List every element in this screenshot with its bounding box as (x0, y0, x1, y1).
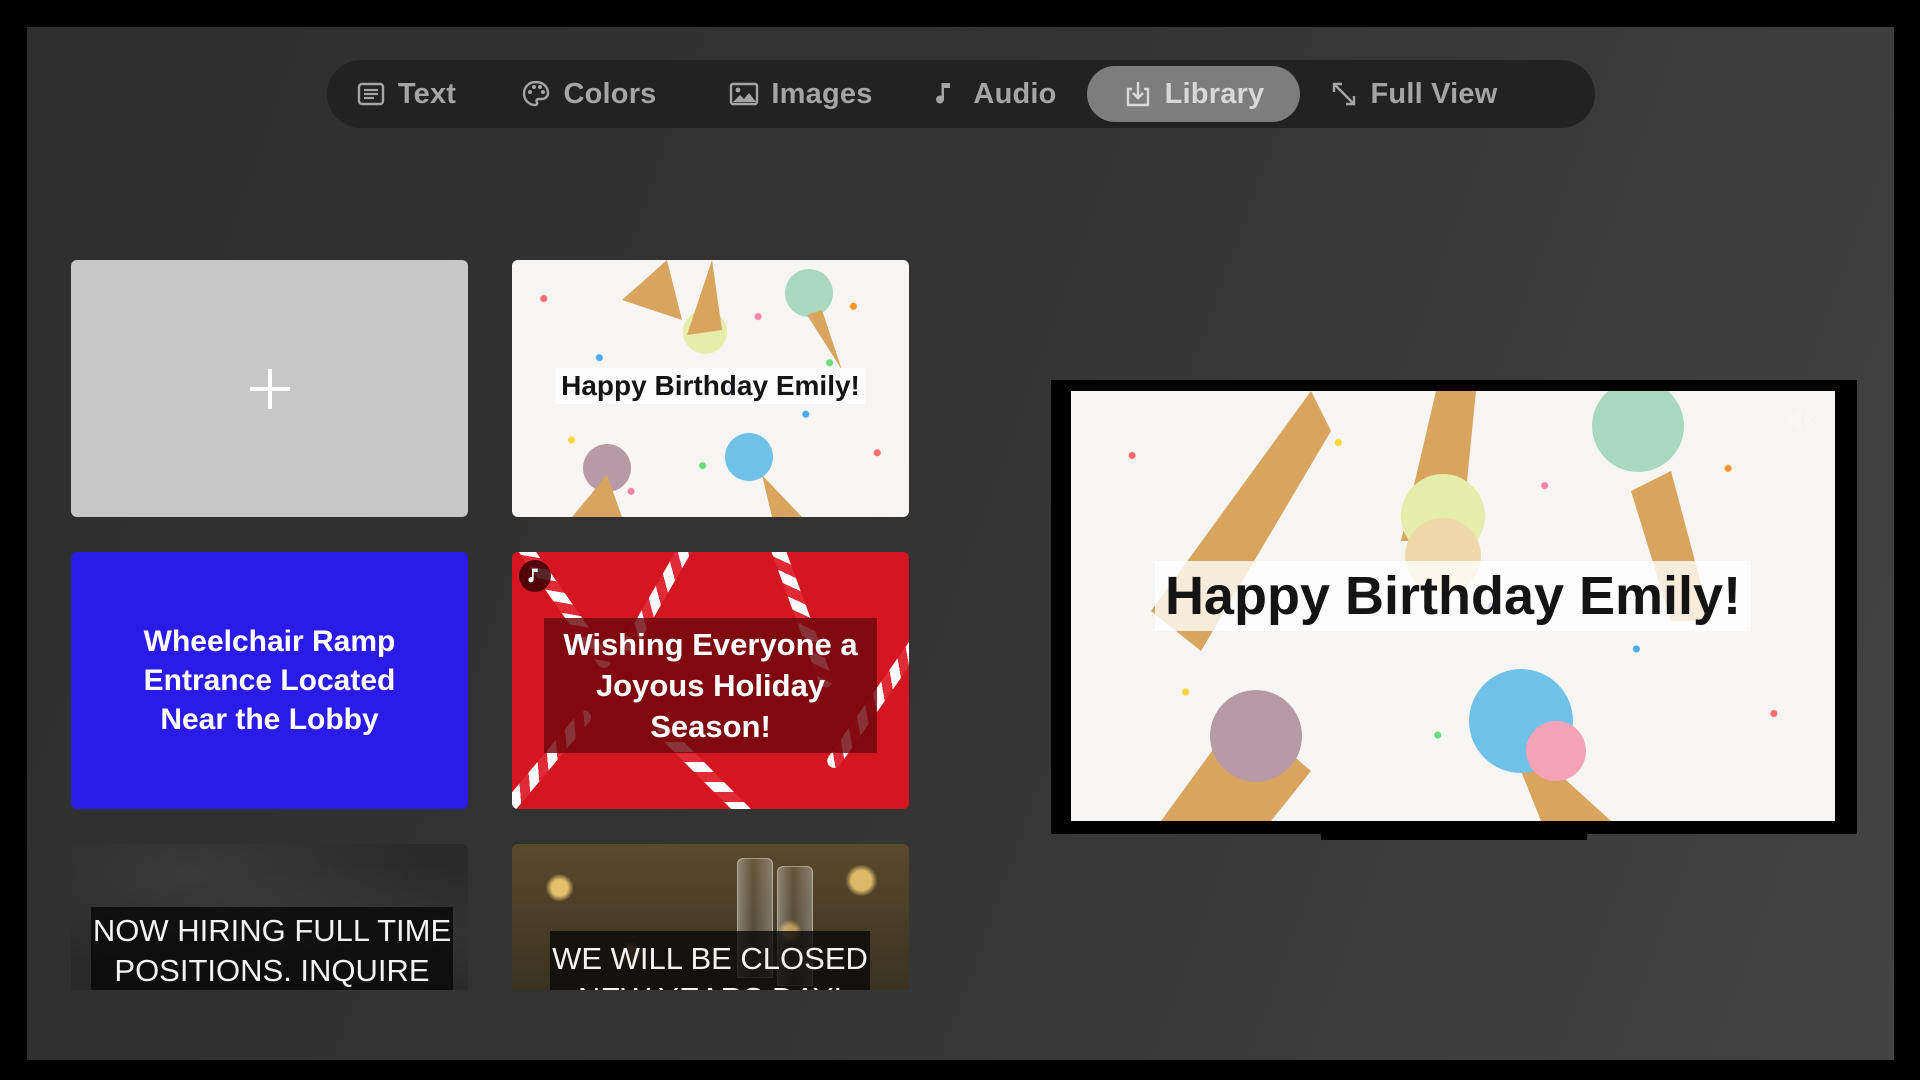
download-tray-icon (1126, 82, 1149, 107)
library-tile-hiring[interactable]: NOW HIRING FULL TIME POSITIONS. INQUIRE (71, 844, 468, 990)
top-menu-bar: Text Colors Images Audio Library Full Vi… (327, 60, 1595, 128)
palette-icon (523, 80, 550, 107)
tab-full-view-label: Full View (1370, 77, 1498, 110)
library-tile-wheelchair[interactable]: Wheelchair Ramp Entrance Located Near th… (71, 552, 468, 809)
tab-library[interactable]: Library (1087, 66, 1300, 122)
tab-audio-label: Audio (973, 77, 1057, 110)
image-icon (730, 82, 759, 106)
music-note-icon (528, 568, 538, 583)
library-tile-birthday[interactable]: Happy Birthday Emily! (512, 260, 909, 517)
add-new-sign-tile[interactable] (71, 260, 468, 517)
plus-icon (249, 368, 290, 409)
tab-images[interactable]: Images (697, 66, 905, 122)
tab-text-label: Text (397, 77, 457, 110)
tab-text[interactable]: Text (333, 66, 479, 122)
tile-holiday-text: Wishing Everyone a Joyous Holiday Season… (544, 618, 877, 753)
preview-tv-stand (1321, 832, 1587, 840)
preview-text: Happy Birthday Emily! (1154, 561, 1752, 631)
speaker-muted-icon[interactable] (1785, 405, 1815, 435)
text-icon (357, 82, 385, 106)
tab-audio[interactable]: Audio (909, 66, 1079, 122)
preview-screen[interactable]: Happy Birthday Emily! (1071, 391, 1835, 821)
tile-closed-text: WE WILL BE CLOSED NEW YEARS DAY! (550, 931, 870, 990)
app-screen: Text Colors Images Audio Library Full Vi… (27, 27, 1894, 1060)
tab-full-view[interactable]: Full View (1308, 66, 1518, 122)
library-tile-holiday[interactable]: Wishing Everyone a Joyous Holiday Season… (512, 552, 909, 809)
tile-hiring-text: NOW HIRING FULL TIME POSITIONS. INQUIRE (91, 907, 453, 990)
music-note-icon (936, 83, 951, 104)
library-tile-closed[interactable]: WE WILL BE CLOSED NEW YEARS DAY! (512, 844, 909, 990)
tab-colors[interactable]: Colors (489, 66, 689, 122)
audio-badge (519, 560, 551, 592)
expand-arrows-icon (1332, 82, 1355, 106)
tab-library-label: Library (1164, 77, 1265, 110)
tile-wheelchair-text: Wheelchair Ramp Entrance Located Near th… (143, 625, 396, 736)
tile-birthday-text: Happy Birthday Emily! (555, 368, 866, 404)
tab-colors-label: Colors (563, 77, 657, 110)
tab-images-label: Images (771, 77, 873, 110)
